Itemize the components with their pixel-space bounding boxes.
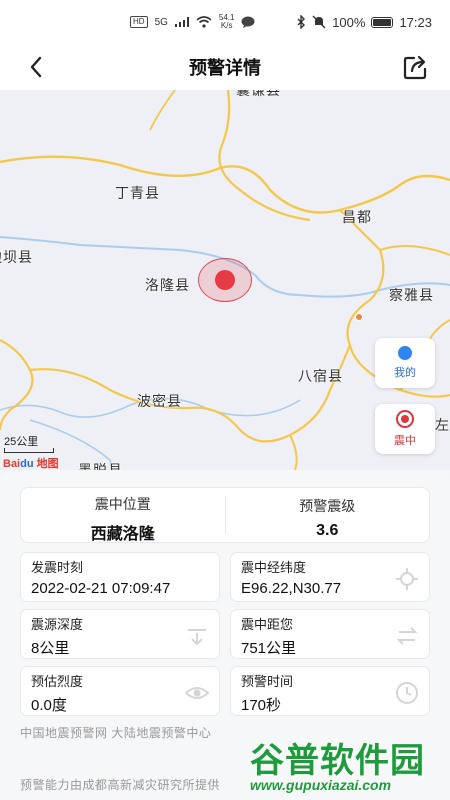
location-dot-icon [398, 346, 412, 360]
signal-bars-icon [174, 17, 189, 27]
epicenter-button-label: 震中 [394, 435, 416, 447]
place-label: 囊谦县 [236, 90, 281, 98]
level-label: 预警震级 [299, 498, 356, 514]
place-label: 丁青县 [115, 185, 160, 201]
map-scale-bar [4, 448, 54, 453]
warn-time-value: 170秒 [241, 697, 282, 714]
battery-percent: 100% [332, 14, 366, 30]
warn-time-card: 预警时间 170秒 [230, 666, 430, 716]
baidu-logo-du: du [20, 458, 34, 470]
wifi-icon [196, 16, 212, 28]
coords-value: E96.22,N30.77 [241, 580, 342, 597]
time-value: 2022-02-21 07:09:47 [31, 580, 171, 597]
depth-label: 震源深度 [31, 617, 84, 632]
signal-indicator: 5G [154, 16, 168, 28]
net-speed: 54.1 K/s [219, 14, 235, 30]
summary-card: 震中位置 西藏洛隆 预警震级 3.6 [20, 487, 430, 543]
level-value: 3.6 [316, 522, 339, 539]
site-watermark: 谷普软件园 www.gupuxiazai.com [244, 729, 450, 800]
baidu-logo-bai: Bai [3, 458, 21, 470]
location-summary: 震中位置 西藏洛隆 [21, 488, 225, 543]
intensity-label: 预估烈度 [31, 674, 84, 689]
watermark-title: 谷普软件园 [250, 742, 425, 780]
time-label: 发震时刻 [31, 560, 84, 575]
share-icon[interactable] [402, 53, 430, 81]
clock: 17:23 [399, 14, 432, 30]
net-speed-unit: K/s [220, 21, 233, 30]
battery-icon [371, 16, 394, 28]
distance-card: 震中距您 751公里 [230, 609, 430, 659]
mute-bell-icon [312, 15, 326, 29]
coords-label: 震中经纬度 [241, 560, 307, 575]
intensity-value: 0.0度 [31, 697, 67, 714]
epicenter-marker[interactable] [215, 270, 235, 290]
city-marker [355, 313, 363, 321]
hd-badge: HD [130, 16, 148, 28]
distance-arrows-icon [396, 627, 418, 645]
chat-icon [241, 16, 255, 28]
map-scale-label: 25公里 [4, 436, 39, 448]
place-label: 墨脱县 [78, 462, 123, 470]
distance-label: 震中距您 [241, 617, 294, 632]
depth-card: 震源深度 8公里 [20, 609, 220, 659]
level-summary: 预警震级 3.6 [224, 496, 430, 539]
crosshair-icon [396, 568, 418, 590]
watermark-url: www.gupuxiazai.com [250, 777, 392, 793]
provider-text: 预警能力由成都高新减灾研究所提供 [20, 778, 221, 792]
warn-time-label: 预警时间 [241, 674, 294, 689]
status-bar: HD 5G 54.1 K/s 100% 17:23 [0, 0, 450, 44]
intensity-card: 预估烈度 0.0度 [20, 666, 220, 716]
place-label: 昌都 [342, 209, 372, 225]
place-label: 左贡 [435, 417, 450, 433]
clock-icon [396, 682, 418, 704]
baidu-logo-map: 地图 [36, 458, 59, 470]
place-label: 洛隆县 [145, 277, 190, 293]
place-label: 八宿县 [298, 368, 343, 384]
data-source-text: 中国地震预警网 大陆地震预警中心 [20, 726, 212, 740]
distance-value: 751公里 [241, 640, 297, 657]
place-label: 边坝县 [0, 249, 33, 265]
nav-bar: 预警详情 [0, 44, 450, 90]
place-label: 察雅县 [389, 287, 434, 303]
place-label: 波密县 [137, 393, 182, 409]
eye-icon [185, 687, 209, 699]
location-value: 西藏洛隆 [90, 526, 155, 543]
my-location-label: 我的 [394, 367, 416, 379]
baidu-map-logo: Baidu 地图 [3, 455, 59, 471]
page-title: 预警详情 [189, 58, 261, 78]
depth-value: 8公里 [31, 640, 70, 657]
bluetooth-icon [297, 15, 306, 29]
my-location-button[interactable]: 我的 [375, 338, 435, 388]
epicenter-button[interactable]: 震中 [375, 404, 435, 454]
chevron-left-icon[interactable] [24, 54, 50, 80]
status-right: 100% 17:23 [296, 15, 432, 30]
depth-icon [188, 629, 206, 646]
status-left: HD 5G 54.1 K/s [130, 14, 255, 30]
time-card: 发震时刻 2022-02-21 07:09:47 [20, 552, 220, 602]
location-label: 震中位置 [94, 496, 151, 512]
target-icon [396, 410, 414, 428]
coords-card: 震中经纬度 E96.22,N30.77 [230, 552, 430, 602]
